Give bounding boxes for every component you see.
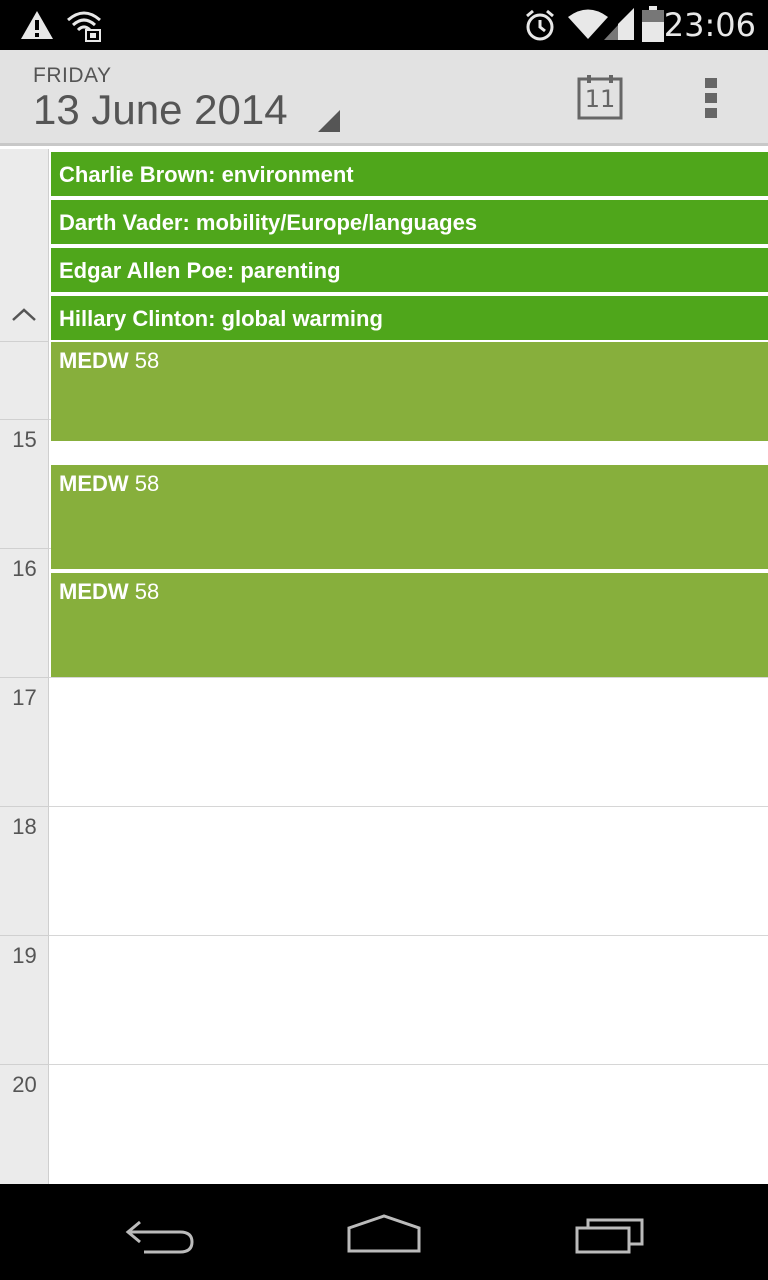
header-weekday: FRIDAY [33, 64, 112, 87]
calendar-event[interactable]: MEDW 58 [51, 465, 768, 569]
grid-line [49, 806, 768, 807]
grid-line [49, 935, 768, 936]
header-date: 13 June 2014 [33, 86, 288, 133]
status-time: 23:06 [663, 6, 756, 44]
calendar-event[interactable]: MEDW 58 [51, 573, 768, 677]
grid-line [0, 677, 49, 678]
all-day-event[interactable]: Edgar Allen Poe: parenting [51, 248, 768, 292]
grid-line [49, 1064, 768, 1065]
action-bar: FRIDAY 13 June 2014 11 [0, 50, 768, 146]
all-day-event[interactable]: Hillary Clinton: global warming [51, 296, 768, 340]
day-view[interactable]: Charlie Brown: environment Darth Vader: … [0, 149, 768, 1184]
hour-label: 19 [12, 943, 37, 968]
overflow-menu-icon [705, 78, 717, 118]
hour-label: 20 [12, 1072, 37, 1097]
today-day-number: 11 [584, 85, 616, 113]
hour-label: 17 [12, 685, 37, 710]
event-room: 58 [134, 579, 160, 604]
event-name: MEDW [59, 471, 129, 496]
grid-line [49, 677, 768, 678]
grid-line [0, 935, 49, 936]
overflow-menu-button[interactable] [702, 76, 720, 120]
hour-label: 16 [12, 556, 37, 581]
grid-line [0, 1064, 49, 1065]
dropdown-triangle-icon [318, 110, 340, 132]
status-bar: 23:06 [0, 0, 768, 50]
grid-line [0, 806, 49, 807]
hour-label: 15 [12, 427, 37, 452]
back-icon[interactable] [124, 1218, 196, 1254]
hour-label: 18 [12, 814, 37, 839]
wifi-icon [568, 9, 608, 39]
event-name: MEDW [59, 348, 129, 373]
grid-line [0, 341, 49, 342]
navigation-bar [0, 1184, 768, 1280]
grid-line [0, 419, 49, 420]
collapse-chevron-icon[interactable] [10, 305, 38, 323]
battery-icon [642, 6, 664, 42]
warning-icon [21, 11, 53, 39]
event-room: 58 [134, 471, 160, 496]
event-room: 58 [134, 348, 160, 373]
alarm-icon [526, 9, 554, 41]
event-name: MEDW [59, 579, 129, 604]
home-icon[interactable] [346, 1214, 422, 1254]
wifi-alert-icon [67, 11, 101, 42]
all-day-event[interactable]: Charlie Brown: environment [51, 152, 768, 196]
all-day-event[interactable]: Darth Vader: mobility/Europe/languages [51, 200, 768, 244]
recent-apps-icon[interactable] [574, 1216, 646, 1254]
signal-icon [604, 8, 634, 40]
grid-line [0, 548, 49, 549]
calendar-event[interactable]: MEDW 58 [51, 342, 768, 441]
all-day-events: Charlie Brown: environment Darth Vader: … [49, 149, 768, 341]
today-button[interactable]: 11 [577, 74, 623, 120]
